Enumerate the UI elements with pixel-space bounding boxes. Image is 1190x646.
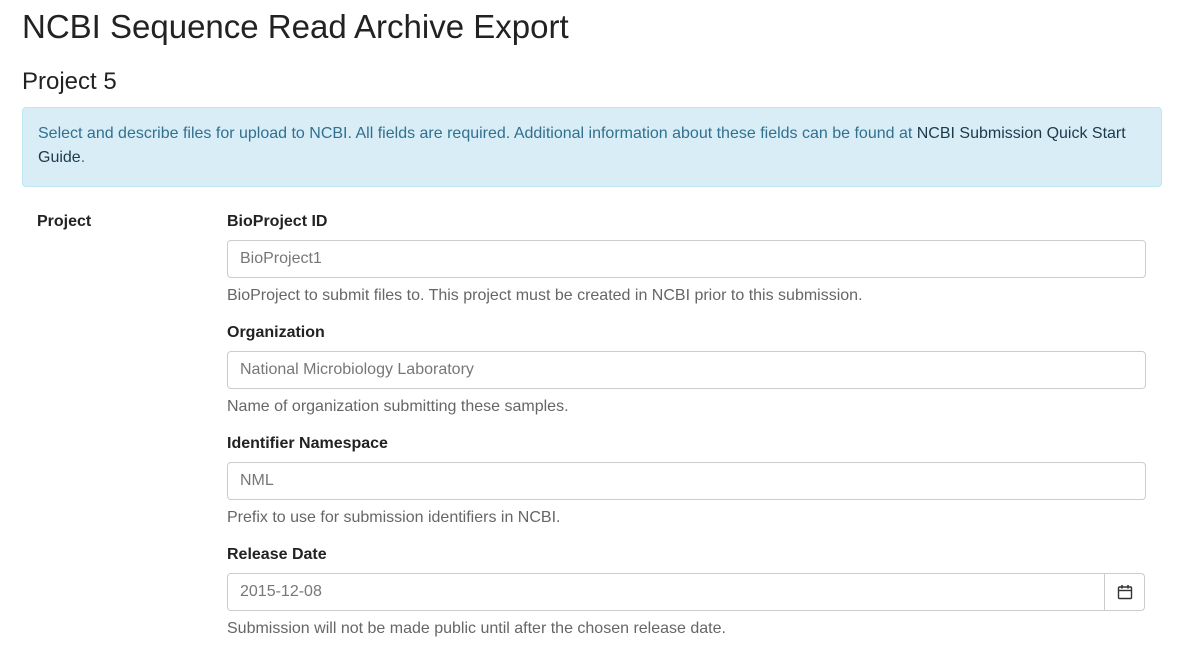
release-date-input[interactable]	[227, 573, 1105, 611]
release-date-label: Release Date	[227, 546, 327, 563]
release-date-help: Submission will not be made public until…	[227, 620, 726, 637]
organization-label: Organization	[227, 324, 325, 341]
bioproject-help: BioProject to submit files to. This proj…	[227, 287, 863, 304]
release-date-input-group	[227, 573, 1145, 611]
project-title: Project 5	[22, 68, 117, 95]
info-suffix: .	[80, 149, 86, 166]
namespace-help: Prefix to use for submission identifiers…	[227, 509, 561, 526]
calendar-button[interactable]	[1105, 573, 1145, 611]
bioproject-input[interactable]	[227, 240, 1146, 278]
release-date-field-group: Release Date Submission will not be made…	[227, 545, 1146, 639]
namespace-field-group: Identifier Namespace Prefix to use for s…	[227, 434, 1146, 528]
organization-help: Name of organization submitting these sa…	[227, 398, 569, 415]
namespace-label: Identifier Namespace	[227, 435, 388, 452]
info-alert: Select and describe files for upload to …	[22, 107, 1162, 187]
organization-field-group: Organization Name of organization submit…	[227, 323, 1146, 417]
calendar-icon	[1117, 585, 1132, 600]
bioproject-label: BioProject ID	[227, 213, 328, 230]
info-text: Select and describe files for upload to …	[38, 125, 917, 142]
project-row-label: Project	[37, 213, 92, 230]
bioproject-field-group: BioProject ID BioProject to submit files…	[227, 212, 1146, 306]
page-title: NCBI Sequence Read Archive Export	[22, 8, 569, 45]
namespace-input[interactable]	[227, 462, 1146, 500]
organization-input[interactable]	[227, 351, 1146, 389]
